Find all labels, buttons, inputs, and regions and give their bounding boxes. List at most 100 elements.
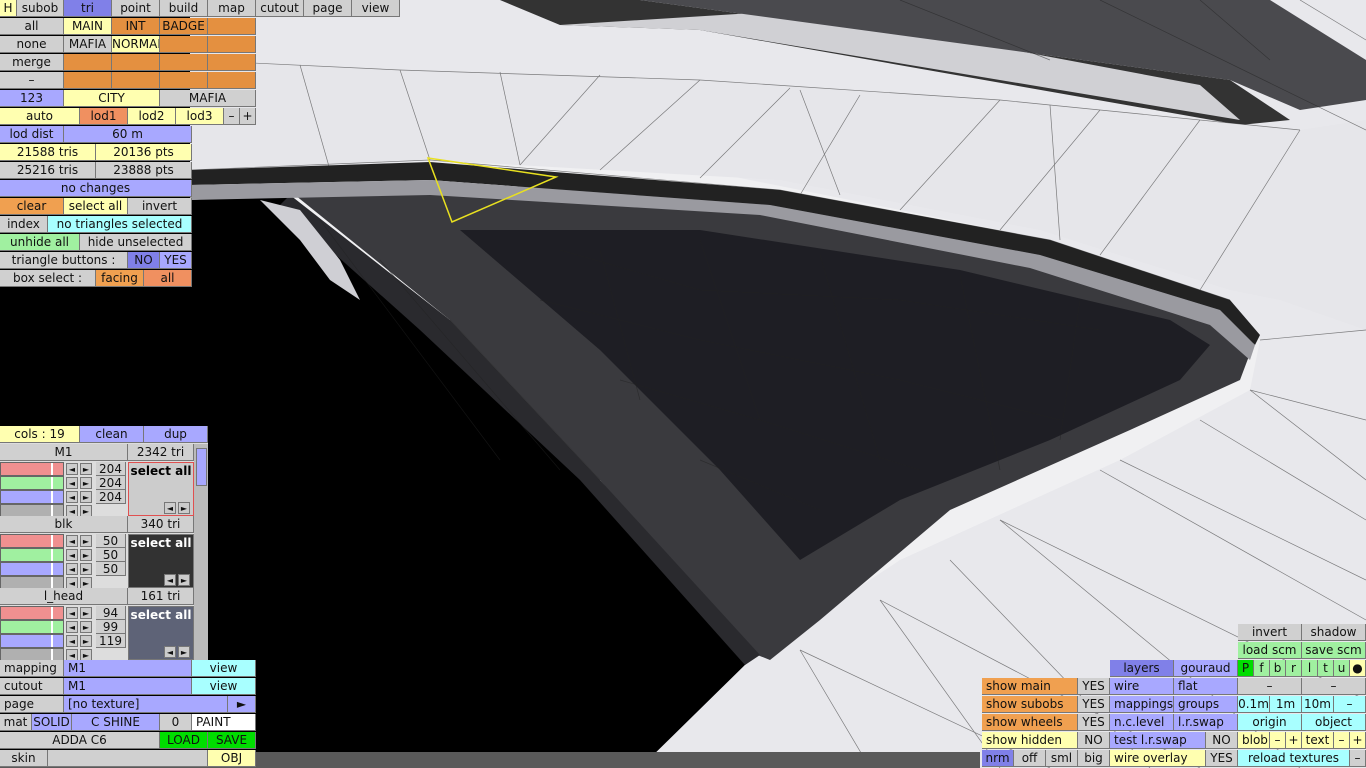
layer-int[interactable]: INT [112, 18, 160, 35]
select-none-button[interactable]: none [0, 36, 64, 53]
show-hidden-toggle[interactable]: NO [1078, 732, 1110, 749]
reload-textures-button[interactable]: reload textures [1238, 750, 1350, 767]
text-button[interactable]: text [1302, 732, 1334, 749]
dash-button[interactable]: – [1238, 678, 1302, 695]
nc-level-button[interactable]: n.c.level [1110, 714, 1174, 731]
material-color-slider[interactable] [0, 634, 64, 648]
material-name[interactable]: blk [0, 516, 128, 533]
layer-empty[interactable] [112, 72, 160, 89]
material-channel-value[interactable]: 94 [96, 606, 126, 620]
text-minus-button[interactable]: – [1334, 732, 1350, 749]
layer-empty[interactable] [160, 72, 208, 89]
slider-left-arrow-icon[interactable]: ◄ [66, 491, 78, 503]
tab-cutout[interactable]: cutout [256, 0, 304, 17]
show-subobs-button[interactable]: show subobs [982, 696, 1078, 713]
slider-right-arrow-icon[interactable]: ► [80, 477, 92, 489]
test-lr-swap-toggle[interactable]: NO [1206, 732, 1238, 749]
layer-main[interactable]: MAIN [64, 18, 112, 35]
material-channel-value[interactable]: 99 [96, 620, 126, 634]
save-scm-button[interactable]: save scm [1302, 642, 1366, 659]
show-main-button[interactable]: show main [982, 678, 1078, 695]
triangle-buttons-no[interactable]: NO [128, 252, 160, 269]
layer-empty[interactable] [208, 18, 256, 35]
material-channel-value[interactable]: 204 [96, 462, 126, 476]
select-all-button[interactable]: all [0, 18, 64, 35]
slider-left-arrow-icon[interactable]: ◄ [66, 635, 78, 647]
layer-normal[interactable]: NORMAL [112, 36, 160, 53]
display-flag-t[interactable]: t [1318, 660, 1334, 677]
wire-overlay-button[interactable]: wire overlay [1110, 750, 1206, 767]
page-field[interactable]: [no texture] [64, 696, 228, 713]
material-color-slider[interactable] [0, 620, 64, 634]
solid-button[interactable]: SOLID [32, 714, 72, 731]
save-button[interactable]: SAVE [208, 732, 256, 749]
slider-right-arrow-icon[interactable]: ► [80, 621, 92, 633]
dash-button[interactable]: – [1350, 750, 1366, 767]
tab-map[interactable]: map [208, 0, 256, 17]
obj-button[interactable]: OBJ [208, 750, 256, 767]
number-button[interactable]: 123 [0, 90, 64, 107]
merge-button[interactable]: merge [0, 54, 64, 71]
slider-right-arrow-icon[interactable]: ► [80, 549, 92, 561]
clean-button[interactable]: clean [80, 426, 144, 443]
tab-view[interactable]: view [352, 0, 400, 17]
lr-swap-button[interactable]: l.r.swap [1174, 714, 1238, 731]
material-channel-value[interactable]: 204 [96, 490, 126, 504]
slider-left-arrow-icon[interactable]: ◄ [66, 549, 78, 561]
skin-field[interactable] [48, 750, 208, 767]
display-flag-f[interactable]: f [1254, 660, 1270, 677]
dist-10m-button[interactable]: 10m [1302, 696, 1334, 713]
invert-view-button[interactable]: invert [1238, 624, 1302, 641]
material-channel-value[interactable]: 204 [96, 476, 126, 490]
big-button[interactable]: big [1078, 750, 1110, 767]
swatch-left-arrow-icon[interactable]: ◄ [164, 502, 176, 514]
tab-build[interactable]: build [160, 0, 208, 17]
load-scm-button[interactable]: load scm [1238, 642, 1302, 659]
display-flag-u[interactable]: u [1334, 660, 1350, 677]
material-channel-value[interactable]: 50 [96, 548, 126, 562]
show-subobs-toggle[interactable]: YES [1078, 696, 1110, 713]
layer-empty[interactable] [160, 36, 208, 53]
slider-left-arrow-icon[interactable]: ◄ [66, 607, 78, 619]
material-color-slider[interactable] [0, 476, 64, 490]
display-flag-P[interactable]: P [1238, 660, 1254, 677]
material-color-slider[interactable] [0, 490, 64, 504]
layer-empty[interactable] [208, 54, 256, 71]
lod-dist-value[interactable]: 60 m [64, 126, 192, 143]
dist-0-1m-button[interactable]: 0.1m [1238, 696, 1270, 713]
swatch-right-arrow-icon[interactable]: ► [178, 574, 190, 586]
material-color-slider[interactable] [0, 534, 64, 548]
swatch-right-arrow-icon[interactable]: ► [178, 646, 190, 658]
lod-plus-button[interactable]: + [240, 108, 256, 125]
object-button[interactable]: object [1302, 714, 1366, 731]
material-color-slider[interactable] [0, 562, 64, 576]
cutout-field[interactable]: M1 [64, 678, 192, 695]
dist-1m-button[interactable]: 1m [1270, 696, 1302, 713]
nrm-button[interactable]: nrm [982, 750, 1014, 767]
slider-right-arrow-icon[interactable]: ► [80, 563, 92, 575]
swatch-left-arrow-icon[interactable]: ◄ [164, 646, 176, 658]
layer-empty[interactable] [112, 54, 160, 71]
material-name[interactable]: l_head [0, 588, 128, 605]
layer-mafia[interactable]: MAFIA [64, 36, 112, 53]
layer-empty[interactable] [64, 54, 112, 71]
select-all-tri-button[interactable]: select all [64, 198, 128, 215]
lod2-button[interactable]: lod2 [128, 108, 176, 125]
dist-minus-button[interactable]: – [1334, 696, 1366, 713]
invert-button[interactable]: invert [128, 198, 192, 215]
gouraud-button[interactable]: gouraud [1174, 660, 1238, 677]
material-name[interactable]: M1 [0, 444, 128, 461]
cutout-view-button[interactable]: view [192, 678, 256, 695]
slider-left-arrow-icon[interactable]: ◄ [66, 477, 78, 489]
unhide-all-button[interactable]: unhide all [0, 234, 80, 251]
triangle-buttons-yes[interactable]: YES [160, 252, 192, 269]
material-color-slider[interactable] [0, 548, 64, 562]
display-flag-dot[interactable]: ● [1350, 660, 1366, 677]
blob-minus-button[interactable]: – [1270, 732, 1286, 749]
c-shine-button[interactable]: C SHINE [72, 714, 160, 731]
tab-point[interactable]: point [112, 0, 160, 17]
slider-left-arrow-icon[interactable]: ◄ [66, 463, 78, 475]
swatch-right-arrow-icon[interactable]: ► [178, 502, 190, 514]
layers-button[interactable]: layers [1110, 660, 1174, 677]
layer-badge[interactable]: BADGE [160, 18, 208, 35]
